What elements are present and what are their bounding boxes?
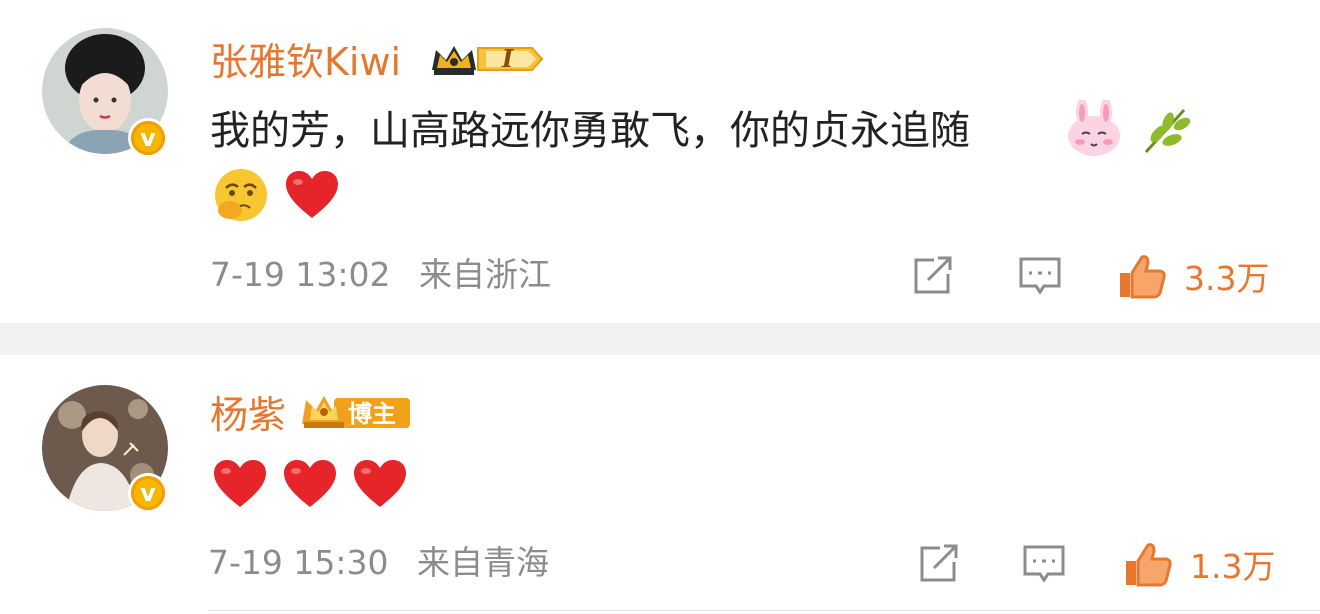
verified-badge-icon: v: [128, 118, 168, 158]
like-count: 1.3万: [1190, 547, 1276, 586]
share-icon[interactable]: [912, 256, 954, 296]
location: 来自浙江: [419, 255, 551, 294]
inline-emoji-row: [1064, 100, 1194, 160]
crown-rank-badge[interactable]: I: [428, 42, 546, 76]
like-count: 3.3万: [1184, 259, 1270, 298]
comment-item: v 张雅钦Kiwi I 我的芳，山高路远你勇敢飞，你的贞永追随 7-19 13:…: [0, 0, 1320, 323]
leaf-emoji-icon: [1144, 108, 1191, 154]
like-button[interactable]: 3.3万: [1118, 252, 1269, 300]
username[interactable]: 张雅钦Kiwi: [210, 40, 401, 84]
reply-comment-icon[interactable]: [1018, 256, 1062, 296]
timestamp: 7-19 13:02: [210, 255, 391, 294]
comment-item: v 杨紫 博主 7-19 15:30 来自青海 1.3万: [0, 355, 1320, 614]
emoji-row: [212, 166, 340, 224]
share-icon[interactable]: [918, 544, 960, 584]
like-button[interactable]: 1.3万: [1124, 540, 1275, 588]
blogger-badge[interactable]: 博主: [300, 395, 412, 429]
bottom-divider: [208, 610, 1320, 611]
thinking-emoji-icon: [215, 169, 267, 221]
red-heart-emoji-icon: [354, 460, 406, 507]
emoji-row: [212, 459, 408, 509]
rank-level: I: [502, 44, 514, 73]
verified-badge-icon: v: [128, 473, 168, 513]
crown-icon: [432, 46, 544, 75]
blogger-badge-label: 博主: [348, 400, 396, 428]
comment-meta: 7-19 15:30 来自青海: [208, 543, 567, 583]
username[interactable]: 杨紫: [210, 393, 286, 437]
red-heart-emoji-icon: [286, 171, 338, 218]
thumbs-up-icon: [1126, 543, 1172, 587]
comment-meta: 7-19 13:02 来自浙江: [210, 255, 569, 295]
comment-divider: [0, 323, 1320, 355]
reply-comment-icon[interactable]: [1022, 544, 1066, 584]
bunny-emoji-icon: [1068, 100, 1120, 156]
comment-text: 我的芳，山高路远你勇敢飞，你的贞永追随: [210, 108, 970, 154]
thumbs-up-icon: [1120, 255, 1166, 299]
red-heart-emoji-icon: [214, 460, 266, 507]
red-heart-emoji-icon: [284, 460, 336, 507]
timestamp: 7-19 15:30: [208, 543, 389, 582]
location: 来自青海: [417, 543, 549, 582]
